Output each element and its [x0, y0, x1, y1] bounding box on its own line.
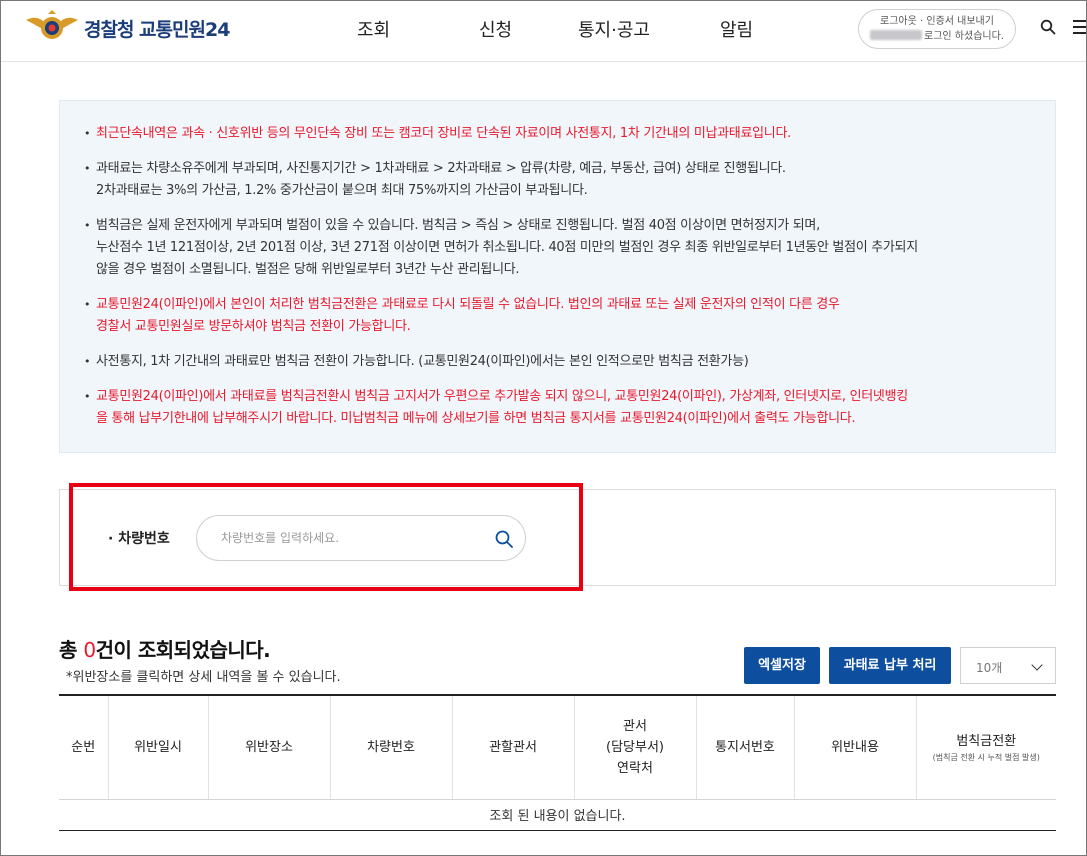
result-count-number: 0: [83, 638, 96, 662]
site-header: 경찰청 교통민원24 조회 신청 통지·공고 알림 로그아웃 · 인증서 내보내…: [0, 0, 1087, 62]
notice-line: 범칙금은 실제 운전자에게 부과되며 벌점이 있을 수 있습니다. 범칙금 > …: [96, 218, 820, 233]
vehicle-number-label: · 차량번호: [108, 531, 170, 547]
column-header: 순번: [59, 694, 109, 800]
result-hint: *위반장소를 클릭하면 상세 내역을 볼 수 있습니다.: [66, 670, 341, 685]
login-links[interactable]: 로그아웃 · 인증서 내보내기: [859, 14, 1015, 29]
result-count: 총 0건이 조회되었습니다.: [59, 638, 271, 662]
chevron-down-icon: [1031, 659, 1043, 671]
notice-line: 교통민원24(이파인)에서 과태료를 범칙금전환시 범칙금 고지서가 우편으로 …: [96, 389, 908, 404]
excel-save-button[interactable]: 엑셀저장: [744, 647, 820, 684]
header-search-icon[interactable]: [1040, 19, 1056, 35]
column-header: 관서 (담당부서) 연락처: [574, 694, 697, 800]
notice-line: 누산점수 1년 121점이상, 2년 201점 이상, 3년 271점 이상이면…: [96, 240, 918, 255]
column-header-fine-conversion: 범칙금전환 (범칙금 전환 시 누적 벌점 발생): [916, 694, 1056, 800]
vehicle-number-input[interactable]: [221, 528, 481, 548]
vehicle-number-field[interactable]: [196, 515, 526, 561]
notice-item: 교통민원24(이파인)에서 본인이 처리한 범칙금전환은 과태료로 다시 되돌릴…: [84, 294, 1035, 338]
notice-line: 경찰서 교통민원실로 방문하셔야 범칙금 전환이 가능합니다.: [96, 319, 411, 334]
nav-application[interactable]: 신청: [479, 16, 512, 42]
notice-line: 사전통지, 1차 기간내의 과태료만 범칙금 전환이 가능합니다. (교통민원2…: [96, 354, 749, 369]
table-row-empty: 조회 된 내용이 없습니다.: [59, 799, 1056, 831]
notice-line: 최근단속내역은 과속 · 신호위반 등의 무인단속 장비 또는 캠코더 장비로 …: [96, 126, 791, 141]
column-header: 위반장소: [208, 694, 331, 800]
notice-item: 과태료는 차량소유주에게 부과되며, 사진통지기간 > 1차과태료 > 2차과태…: [84, 158, 1035, 202]
page-size-value: 10개: [976, 661, 1003, 675]
police-emblem-icon: [26, 10, 78, 39]
login-status: 로그인 하셨습니다.: [924, 31, 1004, 42]
notice-item: 교통민원24(이파인)에서 과태료를 범칙금전환시 범칙금 고지서가 우편으로 …: [84, 386, 1035, 430]
page-size-select[interactable]: 10개: [960, 647, 1056, 684]
violations-table: 순번 위반일시 위반장소 차량번호 관할관서 관서 (담당부서) 연락처 통지서번호 위반내용…: [59, 694, 1056, 831]
nav-inquiry[interactable]: 조회: [357, 16, 390, 42]
column-header: 위반내용: [794, 694, 917, 800]
table-header-row: 순번 위반일시 위반장소 차량번호 관할관서 관서 (담당부서) 연락처 통지서번호 위반내용…: [59, 694, 1056, 800]
empty-message: 조회 된 내용이 없습니다.: [59, 799, 1056, 831]
pay-fine-button[interactable]: 과태료 납부 처리: [829, 647, 951, 684]
notice-item: 최근단속내역은 과속 · 신호위반 등의 무인단속 장비 또는 캠코더 장비로 …: [84, 123, 1035, 145]
notice-line: 을 통해 납부기한내에 납부해주시기 바랍니다. 미납범칙금 메뉴에 상세보기를…: [96, 411, 856, 426]
site-logo[interactable]: 경찰청 교통민원24: [24, 10, 230, 46]
notice-line: 교통민원24(이파인)에서 본인이 처리한 범칙금전환은 과태료로 다시 되돌릴…: [96, 297, 840, 312]
nav-alerts[interactable]: 알림: [720, 16, 753, 42]
column-header-note: (범칙금 전환 시 누적 벌점 발생): [932, 752, 1040, 762]
column-header: 차량번호: [330, 694, 453, 800]
site-title: 경찰청 교통민원24: [84, 18, 230, 41]
column-header: 관할관서: [452, 694, 575, 800]
column-header-label: 범칙금전환: [956, 733, 1017, 749]
notice-line: 과태료는 차량소유주에게 부과되며, 사진통지기간 > 1차과태료 > 2차과태…: [96, 161, 786, 176]
menu-icon[interactable]: [1073, 20, 1087, 34]
notice-item: 범칙금은 실제 운전자에게 부과되며 벌점이 있을 수 있습니다. 범칙금 > …: [84, 215, 1035, 281]
column-header: 통지서번호: [696, 694, 795, 800]
column-header: 위반일시: [108, 694, 209, 800]
nav-notice[interactable]: 통지·공고: [578, 16, 650, 42]
notice-item: 사전통지, 1차 기간내의 과태료만 범칙금 전환이 가능합니다. (교통민원2…: [84, 351, 1035, 373]
login-status-box[interactable]: 로그아웃 · 인증서 내보내기 로그인 하셨습니다.: [858, 9, 1016, 49]
notice-box: 최근단속내역은 과속 · 신호위반 등의 무인단속 장비 또는 캠코더 장비로 …: [59, 100, 1056, 453]
notice-line: 않을 경우 벌점이 소멸됩니다. 벌점은 당해 위반일로부터 3년간 누산 관리…: [96, 262, 520, 277]
search-icon[interactable]: [494, 529, 514, 549]
login-status-line: 로그인 하셨습니다.: [859, 29, 1015, 44]
notice-line: 2차과태료는 3%의 가산금, 1.2% 중가산금이 붙으며 최대 75%까지의…: [96, 183, 588, 198]
masked-user-name: [870, 30, 923, 40]
